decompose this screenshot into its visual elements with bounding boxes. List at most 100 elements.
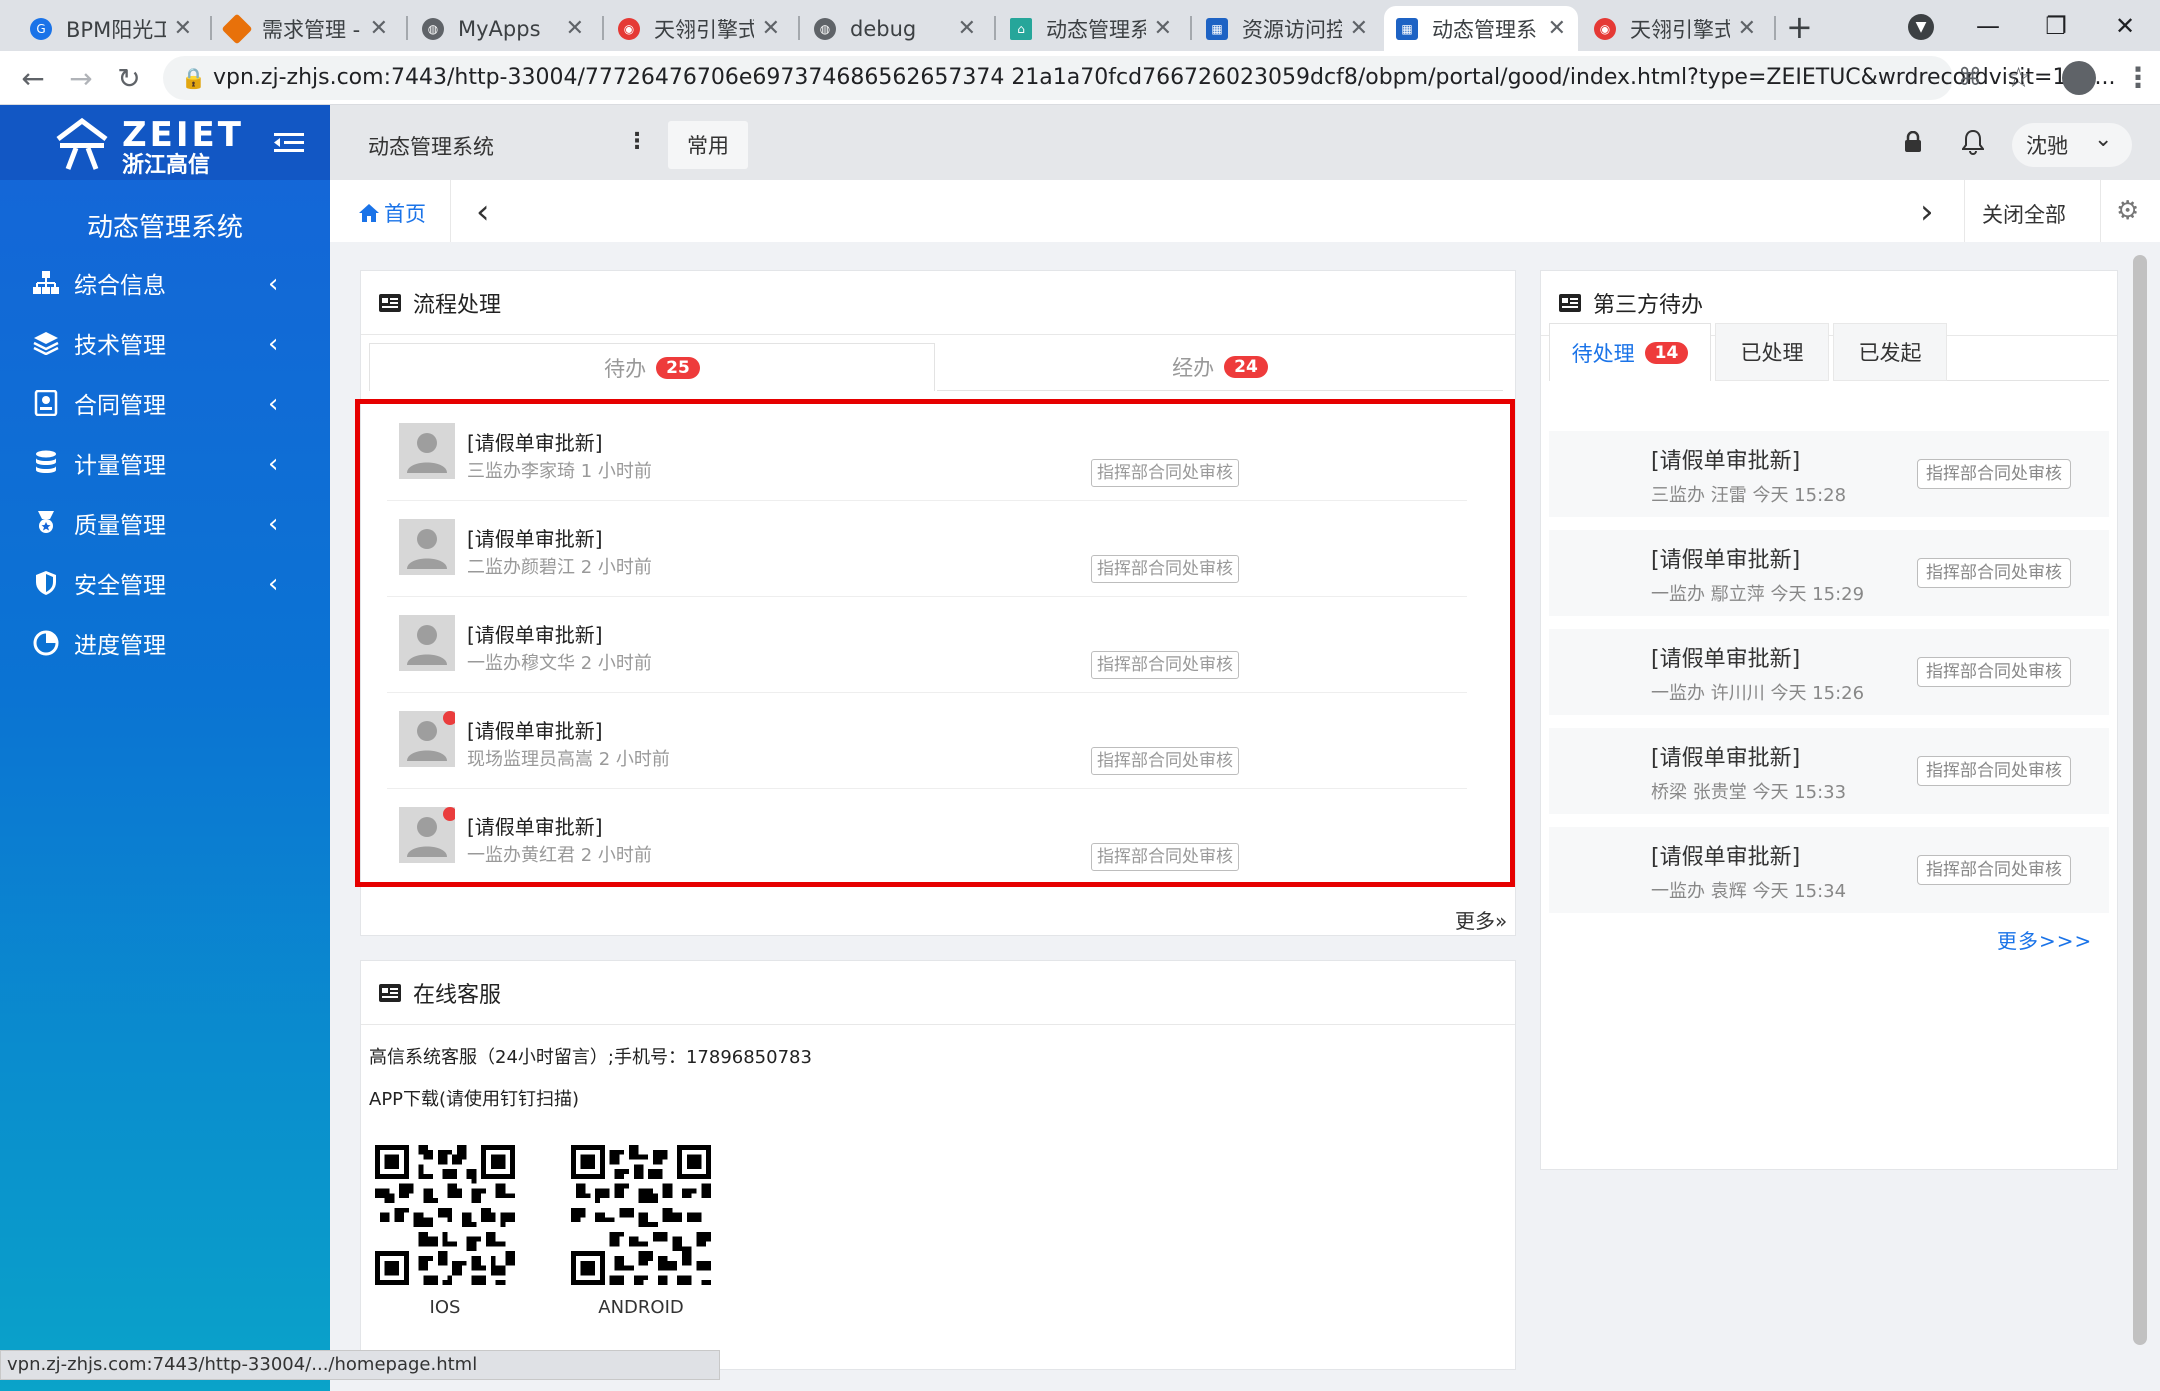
forward-icon[interactable]: → bbox=[62, 59, 100, 97]
third-party-item[interactable]: [请假单审批新] 一监办 鄢立萍 今天 15:29 指挥部合同处审核 bbox=[1549, 530, 2109, 616]
user-menu-button[interactable]: 沈驰 ⌄ bbox=[2012, 123, 2132, 167]
tab-home[interactable]: 首页 bbox=[358, 198, 426, 228]
close-all-tabs-button[interactable]: 关闭全部 bbox=[1982, 199, 2066, 229]
tab-separator bbox=[1190, 16, 1192, 40]
browser-menu-icon[interactable]: ⋮ bbox=[2124, 61, 2152, 94]
sidebar-item-label: 合同管理 bbox=[74, 393, 166, 419]
third-party-item-tag: 指挥部合同处审核 bbox=[1917, 459, 2071, 489]
close-tab-icon[interactable]: ✕ bbox=[762, 16, 780, 41]
tab-processed[interactable]: 已处理 bbox=[1715, 323, 1829, 381]
new-tab-icon[interactable]: + bbox=[1786, 8, 1813, 46]
system-title: 动态管理系统 bbox=[86, 213, 243, 243]
flow-item[interactable]: [请假单审批新] 一监办黄红君 2 小时前 指挥部合同处审核 bbox=[387, 789, 1467, 885]
browser-tab[interactable]: ▦ 资源访问控 ✕ bbox=[1194, 6, 1380, 51]
online-service-title: 在线客服 bbox=[413, 982, 502, 1008]
browser-tab[interactable]: 需求管理 - ✕ bbox=[214, 6, 400, 51]
tab-todo[interactable]: 待办 25 bbox=[369, 343, 935, 391]
bookmark-star-icon[interactable]: ☆ bbox=[2006, 61, 2031, 94]
scroll-tabs-left-icon[interactable]: ‹ bbox=[476, 192, 490, 232]
close-tab-icon[interactable]: ✕ bbox=[1548, 16, 1566, 41]
avatar bbox=[399, 519, 455, 575]
contract-icon bbox=[32, 389, 60, 417]
tab-initiated[interactable]: 已发起 bbox=[1833, 323, 1947, 381]
third-party-item[interactable]: [请假单审批新] 桥梁 张贵堂 今天 15:33 指挥部合同处审核 bbox=[1549, 728, 2109, 814]
online-service-panel: 在线客服 高信系统客服（24小时留言）;手机号：17896850783 APP下… bbox=[360, 960, 1516, 1370]
tab-divider bbox=[450, 180, 451, 242]
browser-tab-active[interactable]: ▦ 动态管理系 ✕ bbox=[1384, 6, 1578, 51]
tab-search-icon[interactable]: ▼ bbox=[1908, 14, 1934, 40]
sidebar-collapse-icon[interactable] bbox=[274, 131, 304, 159]
close-tab-icon[interactable]: ✕ bbox=[1154, 16, 1172, 41]
url-field[interactable]: 🔒 vpn.zj-zhjs.com:7443/http-33004/777264… bbox=[163, 56, 2115, 100]
flow-item[interactable]: [请假单审批新] 一监办穆文华 2 小时前 指挥部合同处审核 bbox=[387, 597, 1467, 693]
tab-separator bbox=[798, 16, 800, 40]
stack-icon bbox=[32, 329, 60, 357]
flow-item[interactable]: [请假单审批新] 二监办颜碧江 2 小时前 指挥部合同处审核 bbox=[387, 501, 1467, 597]
sidebar-item-safety[interactable]: 安全管理 ‹ bbox=[0, 553, 330, 613]
sidebar-item-label: 质量管理 bbox=[74, 513, 166, 539]
profile-avatar-icon[interactable] bbox=[2062, 61, 2096, 95]
home-icon bbox=[359, 204, 379, 222]
browser-tab[interactable]: ◉ 天翎引擎式 ✕ bbox=[606, 6, 792, 51]
restore-icon[interactable]: ❐ bbox=[2023, 0, 2089, 51]
close-tab-icon[interactable]: ✕ bbox=[958, 16, 976, 41]
third-party-item[interactable]: [请假单审批新] 一监办 许川川 今天 15:26 指挥部合同处审核 bbox=[1549, 629, 2109, 715]
translate-icon[interactable]: ⌘ bbox=[1958, 63, 1982, 91]
globe-icon: ◍ bbox=[814, 17, 836, 40]
tab-pending[interactable]: 待处理 14 bbox=[1549, 323, 1711, 381]
close-tab-icon[interactable]: ✕ bbox=[370, 16, 388, 41]
qr-ios-label: IOS bbox=[429, 1297, 461, 1318]
sidebar-item-measurement[interactable]: 计量管理 ‹ bbox=[0, 433, 330, 493]
sidebar-item-general-info[interactable]: 综合信息 ‹ bbox=[0, 253, 330, 313]
sidebar-item-tech[interactable]: 技术管理 ‹ bbox=[0, 313, 330, 373]
home-favicon-icon: ⌂ bbox=[1010, 17, 1032, 40]
sidebar-item-progress[interactable]: 进度管理 bbox=[0, 613, 330, 673]
chevron-left-icon: ‹ bbox=[268, 509, 279, 539]
sidebar-item-contract[interactable]: 合同管理 ‹ bbox=[0, 373, 330, 433]
third-party-item[interactable]: [请假单审批新] 一监办 袁辉 今天 15:34 指挥部合同处审核 bbox=[1549, 827, 2109, 913]
flow-item-title: [请假单审批新] bbox=[467, 623, 603, 647]
close-tab-icon[interactable]: ✕ bbox=[1350, 16, 1368, 41]
browser-tab[interactable]: G BPM阳光工… ✕ bbox=[18, 6, 204, 51]
todo-count-badge: 25 bbox=[656, 356, 700, 379]
back-icon[interactable]: ← bbox=[14, 59, 52, 97]
flow-item[interactable]: [请假单审批新] 现场监理员高嵩 2 小时前 指挥部合同处审核 bbox=[387, 693, 1467, 789]
unread-dot bbox=[443, 807, 455, 821]
favicon-icon: ▦ bbox=[1206, 17, 1228, 40]
chevron-left-icon: ‹ bbox=[268, 269, 279, 299]
more-vertical-icon[interactable]: ⋮ bbox=[626, 129, 648, 154]
browser-tab[interactable]: ◉ 天翎引擎式 ✕ bbox=[1582, 6, 1768, 51]
third-party-more-link[interactable]: 更多>>> bbox=[1997, 925, 2092, 954]
close-tab-icon[interactable]: ✕ bbox=[1738, 16, 1756, 41]
favicon-icon: G bbox=[30, 17, 52, 40]
flow-item-title: [请假单审批新] bbox=[467, 527, 603, 551]
browser-tab[interactable]: ◍ MyApps ✕ bbox=[410, 6, 596, 51]
close-tab-icon[interactable]: ✕ bbox=[566, 16, 584, 41]
lock-screen-icon[interactable] bbox=[1904, 130, 1922, 157]
status-bar-url: vpn.zj-zhjs.com:7443/http-33004/.../home… bbox=[0, 1350, 720, 1380]
window-close-icon[interactable]: ✕ bbox=[2092, 0, 2158, 51]
common-menu-button[interactable]: 常用 bbox=[668, 121, 748, 169]
browser-tab[interactable]: ◍ debug ✕ bbox=[802, 6, 988, 51]
sidebar-item-quality[interactable]: 质量管理 ‹ bbox=[0, 493, 330, 553]
app-header: 动态管理系统 ⋮ 常用 沈驰 ⌄ bbox=[330, 105, 2160, 180]
scroll-tabs-right-icon[interactable]: › bbox=[1920, 192, 1934, 232]
flow-more-link[interactable]: 更多» bbox=[1455, 905, 1507, 934]
bell-icon[interactable] bbox=[1961, 129, 1985, 159]
flow-item-meta: 二监办颜碧江 2 小时前 bbox=[467, 557, 652, 578]
tab-handled[interactable]: 经办 24 bbox=[937, 343, 1503, 391]
reload-icon[interactable]: ↻ bbox=[110, 59, 148, 97]
tab-separator bbox=[994, 16, 996, 40]
unread-dot bbox=[443, 711, 455, 725]
settings-gear-icon[interactable]: ⚙ bbox=[2116, 196, 2139, 226]
user-name: 沈驰 bbox=[2026, 134, 2068, 158]
third-party-item[interactable]: [请假单审批新] 三监办 汪雷 今天 15:28 指挥部合同处审核 bbox=[1549, 431, 2109, 517]
flow-item[interactable]: [请假单审批新] 三监办李家琦 1 小时前 指挥部合同处审核 bbox=[387, 405, 1467, 501]
flow-item-title: [请假单审批新] bbox=[467, 815, 603, 839]
page-scrollbar[interactable] bbox=[2133, 255, 2147, 1345]
browser-tab[interactable]: ⌂ 动态管理系 ✕ bbox=[998, 6, 1184, 51]
minimize-icon[interactable]: — bbox=[1955, 0, 2021, 51]
close-tab-icon[interactable]: ✕ bbox=[174, 16, 192, 41]
third-party-item-tag: 指挥部合同处审核 bbox=[1917, 657, 2071, 687]
pie-icon bbox=[32, 629, 60, 657]
